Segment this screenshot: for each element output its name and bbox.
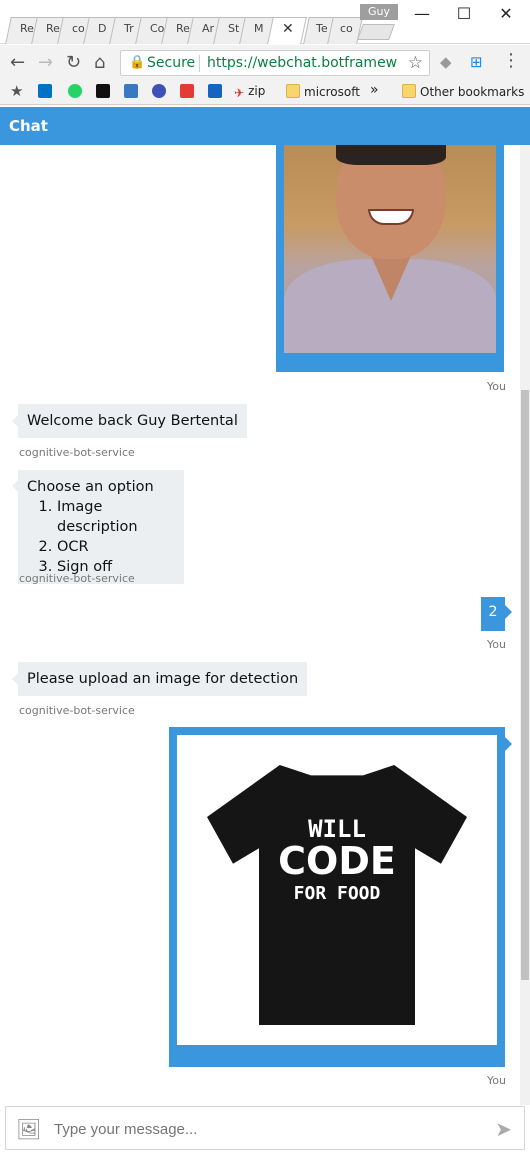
bank-icon[interactable] bbox=[208, 84, 226, 99]
message-sender: cognitive-bot-service bbox=[19, 704, 135, 717]
account-icon[interactable] bbox=[152, 84, 170, 99]
option-item: OCR bbox=[57, 537, 175, 557]
bookmark-label: zip bbox=[248, 84, 266, 98]
mail-icon[interactable] bbox=[124, 84, 142, 99]
tab-label: co bbox=[340, 22, 353, 35]
message-sender: You bbox=[487, 638, 506, 651]
minimize-icon[interactable]: — bbox=[402, 4, 442, 26]
message-sender: You bbox=[487, 380, 506, 393]
message-sender: cognitive-bot-service bbox=[19, 446, 135, 459]
bookmark-label: microsoft bbox=[304, 85, 360, 99]
bookmark-star-icon[interactable]: ☆ bbox=[408, 53, 423, 73]
browser-toolbar: ← → ↻ ⌂ 🔒 Secure https://webchat.botfram… bbox=[0, 45, 530, 81]
bot-message: Please upload an image for detection bbox=[18, 662, 308, 696]
bot-message: Welcome back Guy Bertental bbox=[18, 404, 247, 438]
message-composer: 🖼 ➤ bbox=[5, 1106, 525, 1150]
bookmark-red-icon[interactable] bbox=[180, 84, 198, 99]
profile-badge[interactable]: Guy bbox=[360, 4, 398, 20]
image-upload-icon[interactable]: 🖼 bbox=[16, 1117, 41, 1141]
bookmark-label: Other bookmarks bbox=[420, 85, 525, 99]
address-bar[interactable]: 🔒 Secure https://webchat.botframework.c … bbox=[120, 50, 430, 76]
zip-icon: ✈ bbox=[234, 86, 245, 100]
dropbox-icon[interactable]: ◆ bbox=[440, 53, 452, 71]
message-text: 2 bbox=[488, 604, 498, 620]
message-sender: cognitive-bot-service bbox=[19, 572, 135, 585]
url-text[interactable]: https://webchat.botframework.c bbox=[207, 55, 397, 71]
message-text: Choose an option bbox=[27, 479, 154, 495]
whatsapp-icon[interactable] bbox=[68, 84, 86, 99]
scroll-thumb[interactable] bbox=[521, 390, 529, 980]
image-text: CODE bbox=[278, 839, 396, 883]
message-sender: You bbox=[487, 1074, 506, 1087]
chat-scrollbar[interactable] bbox=[520, 145, 530, 1105]
user-image-message[interactable] bbox=[276, 145, 504, 372]
message-text: Welcome back Guy Bertental bbox=[27, 413, 238, 429]
m-icon[interactable] bbox=[96, 84, 114, 99]
bubble-tail bbox=[505, 737, 512, 751]
secure-label: Secure bbox=[147, 55, 196, 71]
send-icon[interactable]: ➤ bbox=[495, 1117, 512, 1141]
bookmark-zip[interactable]: ✈ zip bbox=[234, 84, 265, 100]
chat-header: Chat bbox=[0, 107, 530, 145]
message-input[interactable] bbox=[54, 1117, 474, 1141]
tab-close-icon[interactable]: ✕ bbox=[282, 21, 294, 37]
close-window-icon[interactable]: ✕ bbox=[486, 4, 526, 26]
portrait-photo bbox=[284, 145, 496, 353]
bookmark-star-icon[interactable]: ★ bbox=[10, 82, 23, 100]
forward-icon[interactable]: → bbox=[38, 52, 53, 73]
chat-history[interactable]: You Welcome back Guy Bertental cognitive… bbox=[0, 145, 530, 1105]
option-list: Image description OCR Sign off bbox=[57, 497, 175, 577]
menu-icon[interactable]: ⋮ bbox=[502, 50, 520, 71]
home-icon[interactable]: ⌂ bbox=[94, 52, 105, 73]
tshirt-image: WILL CODE FOR FOOD bbox=[177, 735, 497, 1045]
divider bbox=[199, 55, 200, 72]
browser-titlebar: Re Re co D Tr Co Re Ar St M ✕ Te co Guy … bbox=[0, 0, 530, 44]
image-text: FOR FOOD bbox=[293, 883, 381, 904]
outlook-icon[interactable] bbox=[38, 84, 56, 99]
user-image-message[interactable]: WILL CODE FOR FOOD bbox=[169, 727, 505, 1067]
folder-icon bbox=[402, 84, 416, 98]
option-item: Image description bbox=[57, 497, 175, 537]
bookmark-microsoft[interactable]: microsoft bbox=[286, 84, 360, 99]
bookmarks-bar: ★ ✈ zip microsoft » Other bookmarks bbox=[0, 81, 530, 105]
back-icon[interactable]: ← bbox=[10, 52, 25, 73]
user-message: 2 bbox=[481, 597, 505, 631]
lock-icon: 🔒 bbox=[129, 55, 146, 70]
bubble-tail bbox=[505, 605, 512, 619]
new-tab-button[interactable] bbox=[357, 24, 395, 40]
message-text: Please upload an image for detection bbox=[27, 671, 299, 687]
bookmark-other[interactable]: Other bookmarks bbox=[402, 84, 524, 99]
more-bookmarks-icon[interactable]: » bbox=[370, 82, 379, 98]
reload-icon[interactable]: ↻ bbox=[66, 52, 81, 73]
bot-message: Choose an option Image description OCR S… bbox=[18, 470, 184, 584]
folder-icon bbox=[286, 84, 300, 98]
windows-icon[interactable]: ⊞ bbox=[470, 53, 483, 71]
maximize-icon[interactable]: ☐ bbox=[444, 4, 484, 26]
